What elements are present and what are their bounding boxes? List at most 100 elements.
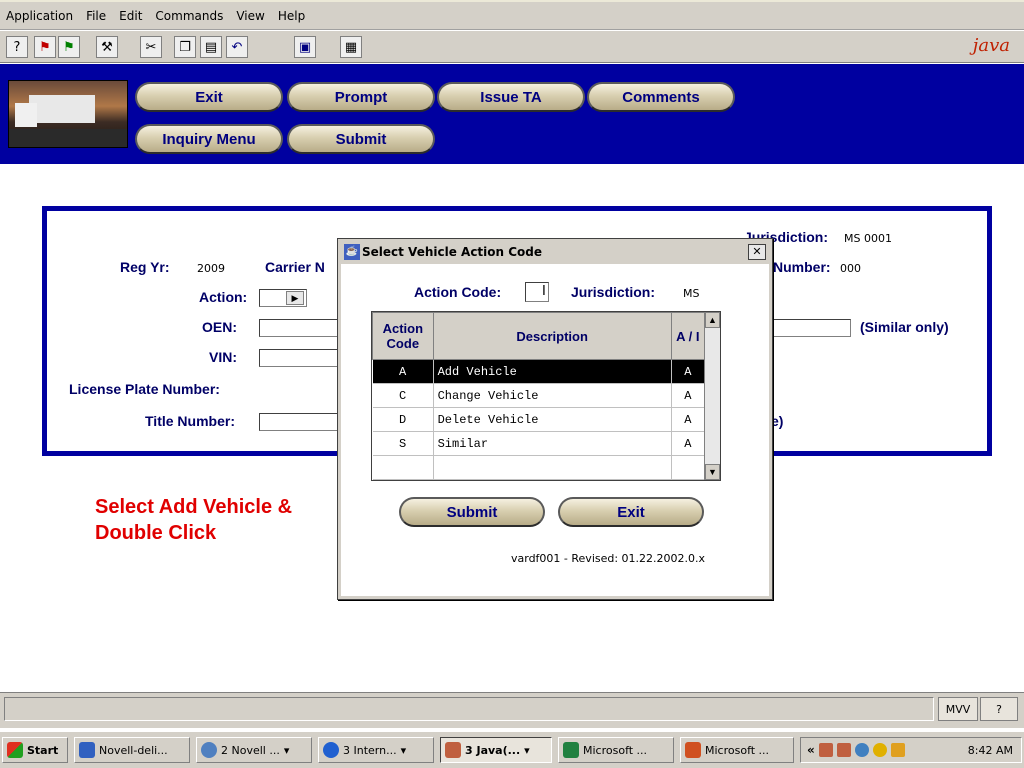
- cut-icon[interactable]: ✂: [140, 36, 162, 58]
- start-button[interactable]: Start: [2, 737, 68, 763]
- tray-security-icon[interactable]: [890, 743, 905, 757]
- task-label: 3 Intern...: [343, 743, 397, 757]
- carrier-label: Carrier N: [265, 259, 325, 275]
- number-label: Number:: [773, 259, 831, 275]
- select-action-dialog: ☕ Select Vehicle Action Code ✕ Action Co…: [337, 238, 773, 600]
- windows-logo-icon: [7, 742, 23, 758]
- reg-yr-value: 2009: [197, 262, 225, 275]
- flag-red-icon[interactable]: ⚑: [34, 36, 56, 58]
- row-ai: A: [671, 359, 706, 384]
- undo-icon[interactable]: ↶: [226, 36, 248, 58]
- dialog-jurisdiction-label: Jurisdiction:: [571, 284, 656, 300]
- table-row[interactable]: A Add Vehicle A: [372, 359, 706, 384]
- menu-application[interactable]: Application: [4, 8, 75, 24]
- oen-label: OEN:: [202, 319, 237, 335]
- task-novell-deli[interactable]: Novell-deli...: [74, 737, 190, 763]
- task-microsoft-powerpoint[interactable]: Microsoft ...: [680, 737, 794, 763]
- tools-icon[interactable]: ⚒: [96, 36, 118, 58]
- menu-edit[interactable]: Edit: [117, 8, 144, 24]
- flag-green-icon[interactable]: ⚑: [58, 36, 80, 58]
- powerpoint-icon: [685, 742, 701, 758]
- title-number-input[interactable]: [259, 413, 339, 431]
- header-bar: Exit Prompt Issue TA Comments Inquiry Me…: [0, 64, 1024, 164]
- table-scrollbar[interactable]: ▲ ▼: [704, 312, 720, 480]
- close-icon[interactable]: ✕: [748, 244, 766, 260]
- row-description: Change Vehicle: [433, 383, 672, 408]
- monitor-icon[interactable]: ▣: [294, 36, 316, 58]
- dialog-exit-button[interactable]: Exit: [558, 497, 704, 527]
- truck-image: [8, 80, 128, 148]
- dialog-submit-button[interactable]: Submit: [399, 497, 545, 527]
- row-code: C: [372, 383, 434, 408]
- revision-text: vardf001 - Revised: 01.22.2002.0.x: [511, 552, 706, 565]
- dialog-title-bar[interactable]: ☕ Select Vehicle Action Code ✕: [340, 241, 770, 263]
- paste-icon[interactable]: ▤: [200, 36, 222, 58]
- table-row-empty: [372, 455, 706, 480]
- task-dropdown-icon: ▾: [400, 743, 407, 757]
- column-header-ai[interactable]: A / I: [670, 312, 706, 360]
- row-ai: A: [671, 407, 706, 432]
- menu-view[interactable]: View: [234, 8, 266, 24]
- ie-icon: [323, 742, 339, 758]
- tray-java-icon[interactable]: [818, 743, 833, 757]
- column-header-code[interactable]: Action Code: [372, 312, 434, 360]
- dropdown-arrow-icon[interactable]: ▶: [286, 291, 304, 305]
- table-row[interactable]: C Change Vehicle A: [372, 383, 706, 408]
- issue-ta-button[interactable]: Issue TA: [437, 82, 585, 112]
- tray-java-icon-2[interactable]: [836, 743, 851, 757]
- java-cup-icon: ☕: [344, 244, 360, 260]
- excel-icon: [563, 742, 579, 758]
- scroll-up-icon[interactable]: ▲: [705, 312, 720, 328]
- vin-label: VIN:: [209, 349, 237, 365]
- row-description: Add Vehicle: [433, 359, 672, 384]
- calculator-icon[interactable]: ▦: [340, 36, 362, 58]
- task-label: 2 Novell ...: [221, 743, 280, 757]
- taskbar: Start Novell-deli... 2 Novell ... ▾ 3 In…: [0, 730, 1024, 768]
- task-dropdown-icon: ▾: [524, 743, 530, 757]
- help-icon[interactable]: ?: [6, 36, 28, 58]
- help-button[interactable]: ?: [980, 697, 1018, 721]
- novell-icon: [79, 742, 95, 758]
- task-internet-group[interactable]: 3 Intern... ▾: [318, 737, 434, 763]
- row-description: Delete Vehicle: [433, 407, 672, 432]
- clock: 8:42 AM: [967, 743, 1013, 757]
- oen-input[interactable]: [259, 319, 339, 337]
- action-code-input[interactable]: I: [525, 282, 549, 302]
- row-ai: A: [671, 383, 706, 408]
- reg-yr-label: Reg Yr:: [120, 259, 170, 275]
- task-label: Microsoft ...: [705, 743, 770, 757]
- table-row[interactable]: D Delete Vehicle A: [372, 407, 706, 432]
- globe-icon: [201, 742, 217, 758]
- action-select[interactable]: ▶: [259, 289, 307, 307]
- tray-network-icon[interactable]: [854, 743, 869, 757]
- row-description: Similar: [433, 431, 672, 456]
- prompt-button[interactable]: Prompt: [287, 82, 435, 112]
- tray-expand-icon[interactable]: «: [807, 743, 815, 757]
- dialog-title: Select Vehicle Action Code: [362, 245, 543, 259]
- menu-bar: Application File Edit Commands View Help: [0, 0, 1024, 30]
- scroll-down-icon[interactable]: ▼: [705, 464, 720, 480]
- mvv-button[interactable]: MVV: [938, 697, 978, 721]
- submit-button[interactable]: Submit: [287, 124, 435, 154]
- table-row[interactable]: S Similar A: [372, 431, 706, 456]
- task-novell-group[interactable]: 2 Novell ... ▾: [196, 737, 312, 763]
- menu-commands[interactable]: Commands: [153, 8, 225, 24]
- system-tray: « 8:42 AM: [800, 737, 1022, 763]
- toolbar: ? ⚑ ⚑ ⚒ ✂ ❐ ▤ ↶ ▣ ▦ java: [0, 31, 1024, 63]
- menu-help[interactable]: Help: [276, 8, 307, 24]
- inquiry-menu-button[interactable]: Inquiry Menu: [135, 124, 283, 154]
- column-header-description[interactable]: Description: [432, 312, 672, 360]
- tray-shield-icon[interactable]: [872, 743, 887, 757]
- exit-button[interactable]: Exit: [135, 82, 283, 112]
- license-plate-label: License Plate Number:: [69, 381, 220, 397]
- task-label: 3 Java(...: [465, 743, 521, 757]
- jurisdiction-value: MS 0001: [844, 232, 892, 245]
- similar-input[interactable]: [771, 319, 851, 337]
- task-java-group[interactable]: 3 Java(... ▾: [440, 737, 552, 763]
- vin-input[interactable]: [259, 349, 339, 367]
- menu-file[interactable]: File: [84, 8, 108, 24]
- copy-icon[interactable]: ❐: [174, 36, 196, 58]
- comments-button[interactable]: Comments: [587, 82, 735, 112]
- similar-only-label: (Similar only): [860, 319, 949, 335]
- task-microsoft-excel[interactable]: Microsoft ...: [558, 737, 674, 763]
